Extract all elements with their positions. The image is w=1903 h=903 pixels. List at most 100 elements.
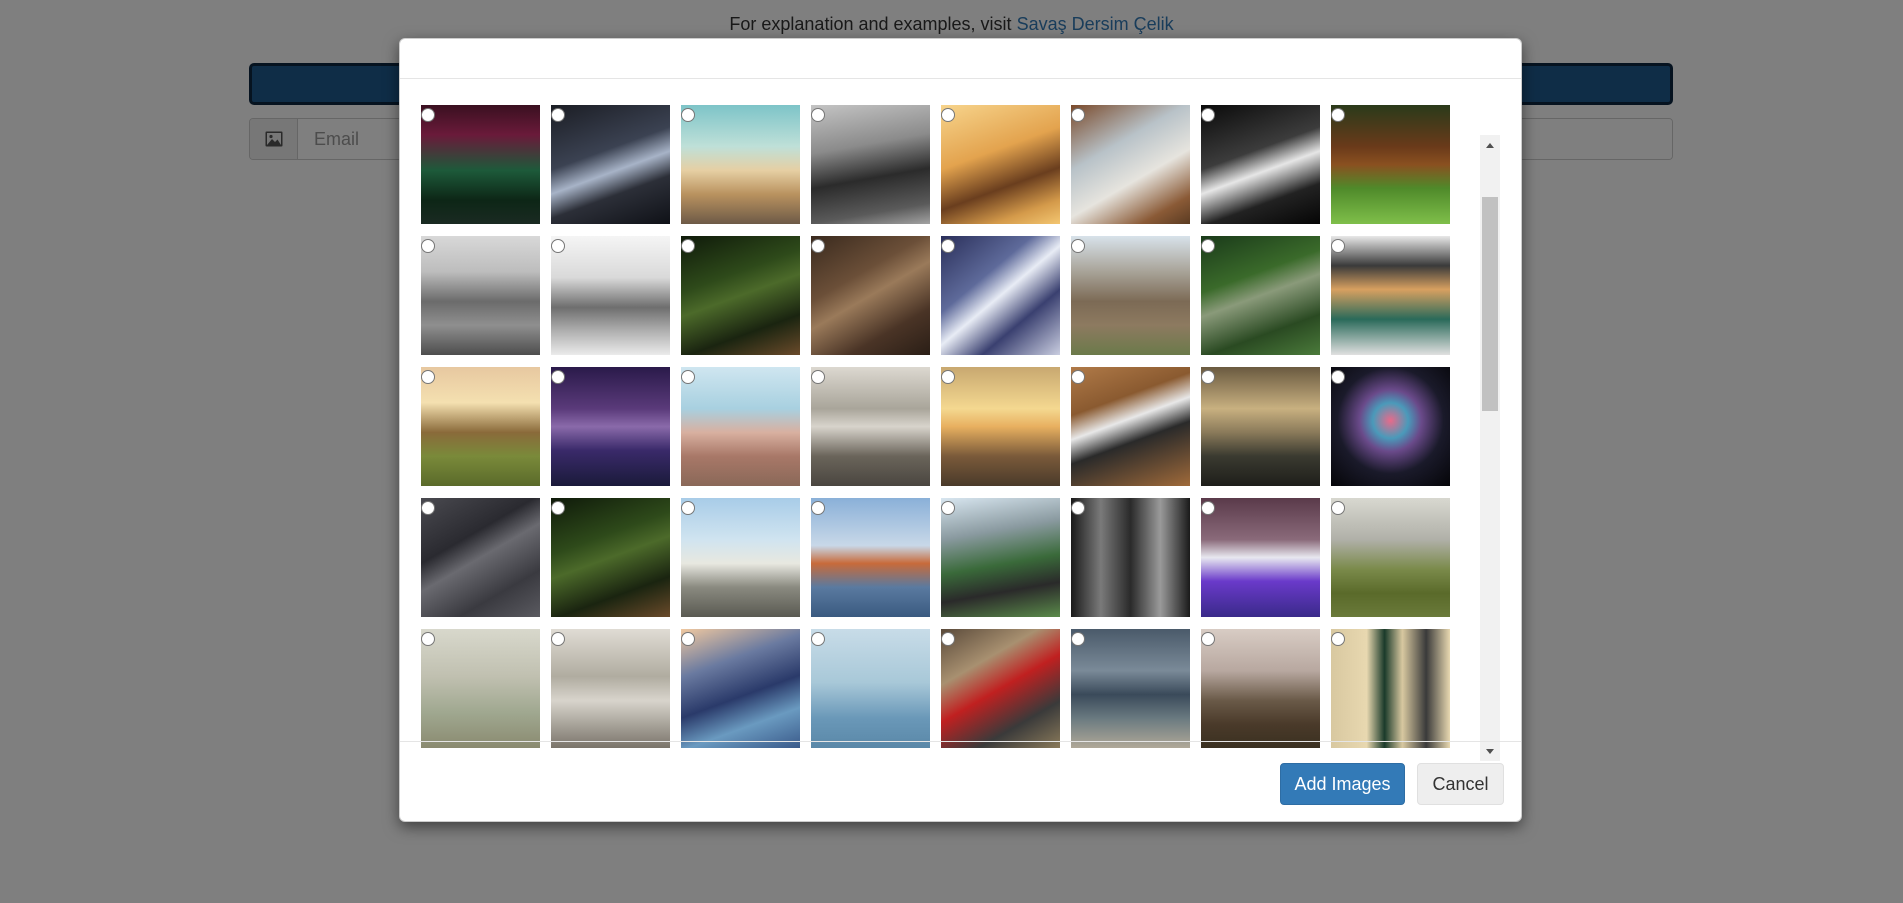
- image-select-radio[interactable]: [1071, 632, 1085, 646]
- image-tile[interactable]: [421, 236, 540, 355]
- image-select-radio[interactable]: [1201, 632, 1215, 646]
- cancel-button[interactable]: Cancel: [1417, 763, 1504, 805]
- ship-crane-image[interactable]: [811, 498, 930, 617]
- image-select-radio[interactable]: [941, 108, 955, 122]
- image-select-radio[interactable]: [811, 632, 825, 646]
- desert-road-image[interactable]: [681, 105, 800, 224]
- image-select-radio[interactable]: [551, 501, 565, 515]
- image-tile[interactable]: [551, 498, 670, 617]
- foggy-trees-2-image[interactable]: [1201, 629, 1320, 748]
- city-shore-image[interactable]: [811, 367, 930, 486]
- image-select-radio[interactable]: [1071, 108, 1085, 122]
- image-tile[interactable]: [1201, 236, 1320, 355]
- image-select-radio[interactable]: [1331, 239, 1345, 253]
- misty-beach-image[interactable]: [421, 629, 540, 748]
- image-select-radio[interactable]: [1331, 370, 1345, 384]
- scroll-thumb[interactable]: [1482, 197, 1498, 411]
- image-select-radio[interactable]: [1201, 108, 1215, 122]
- image-tile[interactable]: [551, 629, 670, 748]
- golden-field-image[interactable]: [941, 367, 1060, 486]
- image-tile[interactable]: [1071, 367, 1190, 486]
- calm-sea-image[interactable]: [811, 629, 930, 748]
- hazy-hills-image[interactable]: [1201, 367, 1320, 486]
- cliff-houses-image[interactable]: [421, 236, 540, 355]
- image-tile[interactable]: [1071, 236, 1190, 355]
- scroll-up-button[interactable]: [1480, 135, 1500, 155]
- aurora-forest-image[interactable]: [421, 105, 540, 224]
- city-shore-2-image[interactable]: [551, 629, 670, 748]
- image-tile[interactable]: [551, 367, 670, 486]
- vintage-car-image[interactable]: [811, 105, 930, 224]
- image-select-radio[interactable]: [941, 501, 955, 515]
- image-tile[interactable]: [421, 498, 540, 617]
- concert-bw-image[interactable]: [1201, 105, 1320, 224]
- image-tile[interactable]: [681, 367, 800, 486]
- image-tile[interactable]: [1201, 367, 1320, 486]
- image-select-radio[interactable]: [1201, 239, 1215, 253]
- image-tile[interactable]: [941, 367, 1060, 486]
- image-tile[interactable]: [421, 367, 540, 486]
- image-tile[interactable]: [1071, 629, 1190, 748]
- image-tile[interactable]: [941, 498, 1060, 617]
- image-select-radio[interactable]: [811, 108, 825, 122]
- image-tile[interactable]: [421, 629, 540, 748]
- building-glass-image[interactable]: [941, 236, 1060, 355]
- night-sky-fence-2-image[interactable]: [551, 498, 670, 617]
- laptop-wood-image[interactable]: [1071, 367, 1190, 486]
- misty-forest-path-image[interactable]: [1071, 236, 1190, 355]
- coastal-road-image[interactable]: [681, 629, 800, 748]
- image-select-radio[interactable]: [421, 370, 435, 384]
- image-tile[interactable]: [941, 236, 1060, 355]
- stormy-coast-image[interactable]: [1071, 629, 1190, 748]
- image-tile[interactable]: [1071, 105, 1190, 224]
- girl-sunset-image[interactable]: [941, 105, 1060, 224]
- image-tile[interactable]: [1201, 105, 1320, 224]
- flatiron-building-image[interactable]: [551, 236, 670, 355]
- image-tile[interactable]: [681, 105, 800, 224]
- image-select-radio[interactable]: [681, 239, 695, 253]
- image-tile[interactable]: [1331, 498, 1450, 617]
- image-tile[interactable]: [1201, 629, 1320, 748]
- image-tile[interactable]: [551, 236, 670, 355]
- gadgets-flatlay-image[interactable]: [421, 498, 540, 617]
- image-tile[interactable]: [551, 105, 670, 224]
- scrollbar[interactable]: [1480, 135, 1500, 761]
- image-select-radio[interactable]: [421, 501, 435, 515]
- bridge-night-image[interactable]: [551, 367, 670, 486]
- mountain-road-image[interactable]: [941, 498, 1060, 617]
- image-tile[interactable]: [1071, 498, 1190, 617]
- image-select-radio[interactable]: [941, 632, 955, 646]
- image-tile[interactable]: [421, 105, 540, 224]
- image-tile[interactable]: [681, 629, 800, 748]
- woman-beach-image[interactable]: [681, 367, 800, 486]
- image-select-radio[interactable]: [551, 108, 565, 122]
- image-select-radio[interactable]: [1071, 370, 1085, 384]
- image-select-radio[interactable]: [681, 632, 695, 646]
- industrial-silos-image[interactable]: [681, 498, 800, 617]
- image-select-radio[interactable]: [1331, 108, 1345, 122]
- image-select-radio[interactable]: [811, 239, 825, 253]
- image-select-radio[interactable]: [941, 370, 955, 384]
- image-tile[interactable]: [811, 367, 930, 486]
- image-select-radio[interactable]: [1331, 501, 1345, 515]
- image-select-radio[interactable]: [421, 632, 435, 646]
- image-select-radio[interactable]: [421, 108, 435, 122]
- image-select-radio[interactable]: [941, 239, 955, 253]
- image-tile[interactable]: [811, 105, 930, 224]
- image-select-radio[interactable]: [1071, 239, 1085, 253]
- image-select-radio[interactable]: [421, 239, 435, 253]
- image-select-radio[interactable]: [551, 370, 565, 384]
- door-window-image[interactable]: [1331, 629, 1450, 748]
- image-select-radio[interactable]: [681, 108, 695, 122]
- bw-building-image[interactable]: [1071, 498, 1190, 617]
- image-select-radio[interactable]: [811, 370, 825, 384]
- image-tile[interactable]: [811, 236, 930, 355]
- image-select-radio[interactable]: [681, 370, 695, 384]
- red-phone-booth-image[interactable]: [941, 629, 1060, 748]
- cathedral-night-image[interactable]: [1201, 498, 1320, 617]
- image-tile[interactable]: [681, 236, 800, 355]
- add-images-button[interactable]: Add Images: [1280, 763, 1405, 805]
- image-select-radio[interactable]: [1201, 501, 1215, 515]
- image-tile[interactable]: [1331, 367, 1450, 486]
- image-select-radio[interactable]: [811, 501, 825, 515]
